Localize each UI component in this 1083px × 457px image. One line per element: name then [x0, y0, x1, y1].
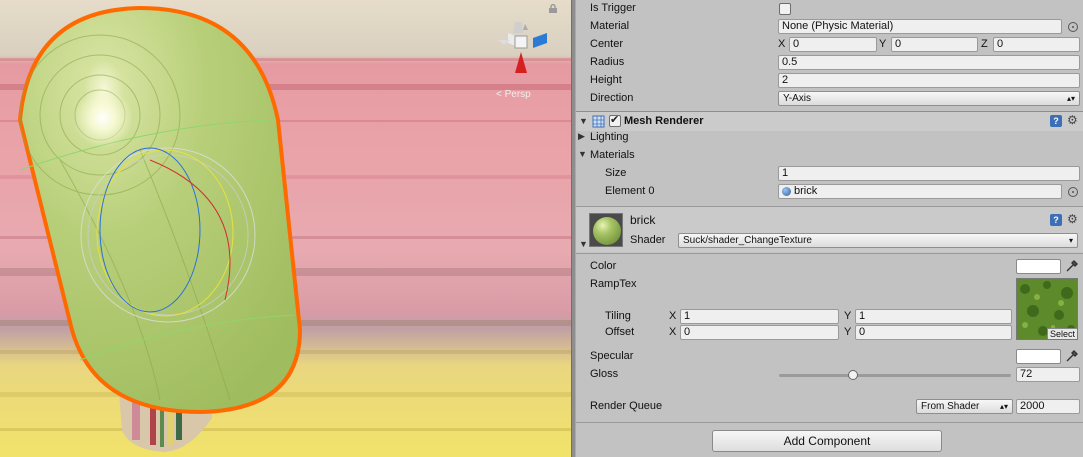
material-sphere-icon — [782, 187, 791, 196]
lock-icon[interactable] — [549, 4, 557, 13]
view-mode-label[interactable]: < Persp — [496, 89, 531, 100]
center-label: Center — [590, 38, 624, 50]
is-trigger-label: Is Trigger — [590, 2, 636, 14]
center-y-label: Y — [879, 38, 887, 50]
add-component-button[interactable]: Add Component — [712, 430, 942, 452]
separator — [576, 422, 1083, 423]
size-label[interactable]: Size — [605, 167, 626, 179]
direction-value: Y-Axis — [783, 93, 811, 104]
offset-row: Offset X 0 Y 0 — [576, 324, 1083, 342]
ramptex-row: RampTex — [576, 276, 1083, 294]
center-z-field[interactable]: 0 — [993, 37, 1080, 52]
fold-arrow-right-icon[interactable]: ▶ — [578, 131, 585, 142]
gloss-field[interactable]: 72 — [1016, 367, 1080, 382]
material-name: brick — [630, 213, 656, 227]
is-trigger-row: Is Trigger — [576, 0, 1083, 18]
dropdown-arrow-icon: ▴▾ — [1066, 94, 1075, 103]
specular-row: Specular — [576, 348, 1083, 366]
tiling-y-field[interactable]: 1 — [855, 309, 1012, 324]
gloss-slider-thumb[interactable] — [848, 370, 859, 380]
fold-arrow-down-icon[interactable]: ▼ — [579, 239, 588, 249]
material-row: Material None (Physic Material) — [576, 18, 1083, 36]
direction-dropdown[interactable]: Y-Axis ▴▾ — [778, 91, 1080, 106]
shader-dropdown[interactable]: Suck/shader_ChangeTexture ▾ — [678, 233, 1078, 248]
specular-swatch[interactable] — [1016, 349, 1061, 364]
offset-x-field[interactable]: 0 — [680, 325, 839, 340]
eyedropper-icon[interactable] — [1065, 259, 1079, 273]
object-picker-icon[interactable] — [1068, 187, 1078, 197]
scene-render — [0, 0, 571, 457]
gloss-row: Gloss 72 — [576, 366, 1083, 384]
offset-y-field[interactable]: 0 — [855, 325, 1012, 340]
radius-label[interactable]: Radius — [590, 56, 624, 68]
inspector-panel: Is Trigger Material None (Physic Materia… — [576, 0, 1083, 457]
help-icon[interactable]: ? — [1050, 214, 1062, 226]
mesh-renderer-header[interactable]: ▼ Mesh Renderer ? ⚙ — [576, 111, 1083, 131]
element0-value: brick — [794, 185, 818, 197]
eyedropper-icon[interactable] — [1065, 349, 1079, 363]
help-icon[interactable]: ? — [1050, 115, 1062, 127]
render-queue-mode-value: From Shader — [921, 401, 980, 412]
fold-arrow-down-icon[interactable]: ▼ — [578, 149, 587, 159]
color-label: Color — [590, 260, 617, 272]
offset-y-label: Y — [844, 326, 852, 338]
ramptex-label: RampTex — [590, 278, 637, 290]
material-field[interactable]: None (Physic Material) — [778, 19, 1062, 34]
is-trigger-checkbox[interactable] — [779, 3, 791, 15]
height-field[interactable]: 2 — [778, 73, 1080, 88]
render-queue-field[interactable]: 2000 — [1016, 399, 1080, 414]
shader-value: Suck/shader_ChangeTexture — [683, 235, 812, 246]
material-preview — [589, 213, 623, 247]
center-z-label: Z — [981, 38, 988, 50]
radius-row: Radius 0.5 — [576, 54, 1083, 72]
shader-label: Shader — [630, 234, 666, 246]
lighting-label[interactable]: Lighting — [590, 131, 629, 143]
tiling-x-field[interactable]: 1 — [680, 309, 839, 324]
height-label[interactable]: Height — [590, 74, 622, 86]
radius-field[interactable]: 0.5 — [778, 55, 1080, 70]
center-y-field[interactable]: 0 — [891, 37, 978, 52]
height-row: Height 2 — [576, 72, 1083, 90]
separator — [576, 253, 1083, 254]
mesh-renderer-icon — [592, 115, 605, 128]
center-x-field[interactable]: 0 — [789, 37, 877, 52]
materials-label[interactable]: Materials — [590, 149, 635, 161]
object-picker-icon[interactable] — [1068, 22, 1078, 32]
scene-view[interactable]: < Persp — [0, 0, 571, 457]
render-queue-mode-dropdown[interactable]: From Shader ▴▾ — [916, 399, 1013, 414]
mesh-renderer-enabled-checkbox[interactable] — [609, 113, 621, 127]
size-field[interactable]: 1 — [778, 166, 1080, 181]
element0-label: Element 0 — [605, 185, 655, 197]
element0-field[interactable]: brick — [778, 184, 1062, 199]
direction-row: Direction Y-Axis ▴▾ — [576, 90, 1083, 108]
dropdown-arrow-icon: ▾ — [1068, 236, 1073, 245]
tiling-y-label: Y — [844, 310, 852, 322]
color-row: Color — [576, 258, 1083, 276]
materials-row[interactable]: ▼ Materials — [576, 147, 1083, 165]
element0-row: Element 0 brick — [576, 183, 1083, 201]
offset-label: Offset — [605, 326, 635, 338]
gloss-label[interactable]: Gloss — [590, 368, 618, 380]
render-queue-label: Render Queue — [590, 400, 663, 412]
material-header: brick ▼ Shader Suck/shader_ChangeTexture… — [576, 207, 1083, 252]
tiling-x-label: X — [669, 310, 677, 322]
gloss-slider-track[interactable] — [779, 374, 1011, 377]
material-label: Material — [590, 20, 630, 32]
gear-icon[interactable]: ⚙ — [1067, 113, 1078, 127]
lighting-row[interactable]: ▶ Lighting — [576, 129, 1083, 147]
dropdown-arrow-icon: ▴▾ — [999, 402, 1008, 411]
center-x-label: X — [778, 38, 786, 50]
tiling-label: Tiling — [605, 310, 631, 322]
offset-x-label: X — [669, 326, 677, 338]
fold-arrow-icon[interactable]: ▼ — [579, 116, 588, 126]
specular-label: Specular — [590, 350, 634, 362]
mesh-renderer-title: Mesh Renderer — [624, 115, 704, 127]
direction-label: Direction — [590, 92, 634, 104]
center-row: Center X 0 Y 0 Z 0 — [576, 36, 1083, 54]
render-queue-row: Render Queue From Shader ▴▾ 2000 — [576, 398, 1083, 416]
materials-size-row: Size 1 — [576, 165, 1083, 183]
color-swatch[interactable] — [1016, 259, 1061, 274]
material-preview-sphere — [593, 217, 621, 245]
gear-icon[interactable]: ⚙ — [1067, 212, 1078, 226]
